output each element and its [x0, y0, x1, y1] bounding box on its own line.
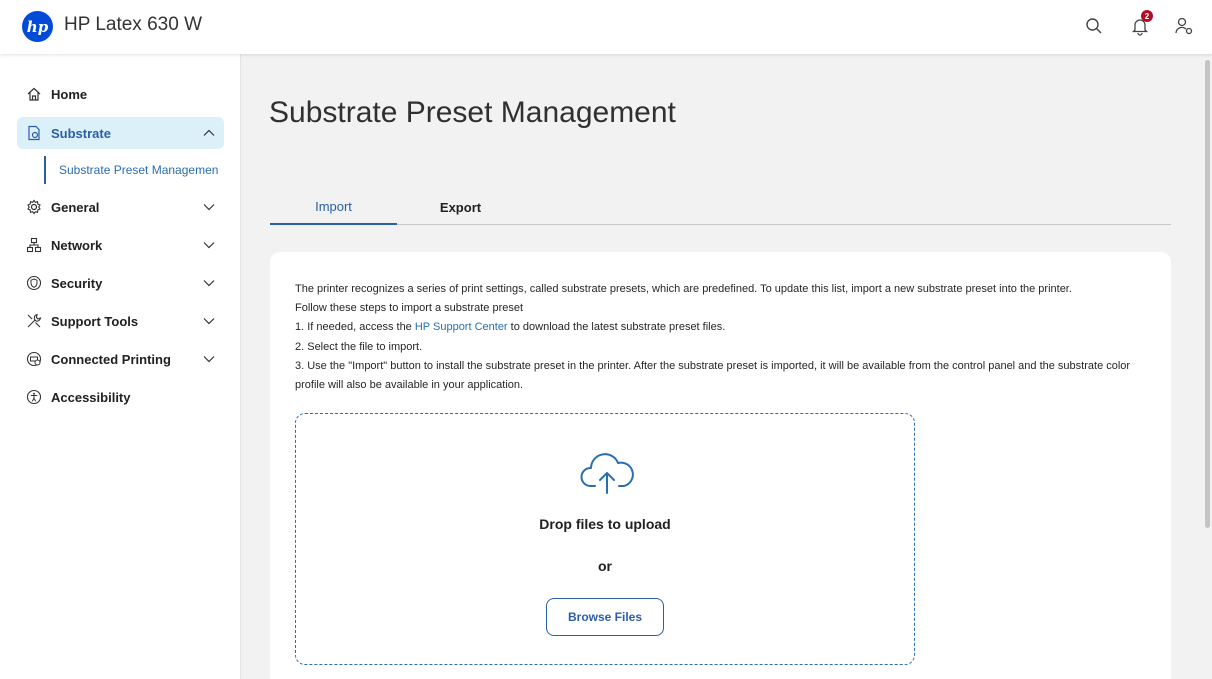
sidebar-item-network[interactable]: Network: [17, 229, 224, 261]
step-2: 2. Select the file to import.: [295, 340, 423, 353]
tools-icon: [25, 312, 43, 330]
sidebar-item-label: Support Tools: [51, 313, 139, 329]
step-1-prefix: 1. If needed, access the: [295, 321, 415, 334]
hp-logo[interactable]: hp: [22, 11, 53, 42]
chevron-down-icon[interactable]: [202, 276, 216, 290]
chevron-down-icon[interactable]: [202, 238, 216, 252]
import-instructions: The printer recognizes a series of print…: [295, 280, 1155, 395]
sidebar-item-label: Accessibility: [51, 389, 131, 405]
sidebar-item-general[interactable]: General: [17, 191, 224, 223]
network-icon: [25, 236, 43, 254]
gear-icon: [25, 198, 43, 216]
intro-text: The printer recognizes a series of print…: [295, 283, 1072, 295]
sidebar-item-substrate[interactable]: Substrate: [17, 117, 224, 149]
substrate-icon: [25, 124, 43, 142]
home-icon: [25, 85, 43, 103]
sidebar-item-label: General: [51, 199, 100, 215]
bell-icon[interactable]: 2: [1127, 10, 1153, 39]
app-title: HP Latex 630 W: [64, 14, 203, 35]
sidebar-item-support-tools[interactable]: Support Tools: [17, 305, 224, 337]
sidebar-item-connected-printing[interactable]: Connected Printing: [17, 343, 224, 375]
browse-files-button[interactable]: Browse Files: [546, 598, 664, 636]
cloud-upload-icon: [580, 453, 634, 494]
connected-printing-icon: [25, 350, 43, 368]
file-dropzone[interactable]: Drop files to upload or Browse Files: [295, 413, 915, 665]
top-header: hp HP Latex 630 W 2: [0, 0, 1212, 54]
sidebar-item-accessibility[interactable]: Accessibility: [17, 381, 224, 413]
page-title: Substrate Preset Management: [269, 96, 676, 129]
drop-files-label: Drop files to upload: [539, 516, 671, 532]
page-scrollbar[interactable]: [1205, 60, 1210, 528]
step-3: 3. Use the "Import" button to install th…: [295, 359, 1131, 392]
chevron-down-icon[interactable]: [202, 200, 216, 214]
import-card: The printer recognizes a series of print…: [270, 252, 1171, 679]
tab-import[interactable]: Import: [270, 190, 397, 225]
sidebar-item-home[interactable]: Home: [17, 78, 224, 110]
hp-support-center-link[interactable]: HP Support Center: [415, 321, 508, 333]
sidebar-subitem-substrate-preset-management[interactable]: Substrate Preset Managemen: [44, 156, 224, 184]
intro-subtext: Follow these steps to import a substrate…: [295, 302, 524, 315]
sidebar: Home Substrate Substrate Preset Manageme…: [0, 54, 241, 679]
sidebar-item-security[interactable]: Security: [17, 267, 224, 299]
chevron-down-icon[interactable]: [202, 352, 216, 366]
or-label: or: [598, 558, 612, 574]
tab-export[interactable]: Export: [397, 190, 524, 225]
chevron-up-icon[interactable]: [202, 126, 216, 140]
user-settings-icon[interactable]: [1171, 13, 1197, 39]
tab-bar: Import Export: [270, 190, 1171, 225]
step-1-suffix: to download the latest substrate preset …: [507, 321, 726, 334]
sidebar-item-label: Network: [51, 237, 103, 253]
chevron-down-icon[interactable]: [202, 314, 216, 328]
sidebar-item-label: Home: [51, 86, 88, 102]
search-icon[interactable]: [1081, 13, 1107, 39]
sidebar-item-label: Substrate: [51, 125, 111, 141]
sidebar-item-label: Security: [51, 275, 103, 291]
shield-icon: [25, 274, 43, 292]
sidebar-item-label: Connected Printing: [51, 351, 171, 367]
accessibility-icon: [25, 388, 43, 406]
notification-badge: 2: [1141, 10, 1153, 22]
step-1: 1. If needed, access the HP Support Cent…: [295, 318, 1155, 337]
